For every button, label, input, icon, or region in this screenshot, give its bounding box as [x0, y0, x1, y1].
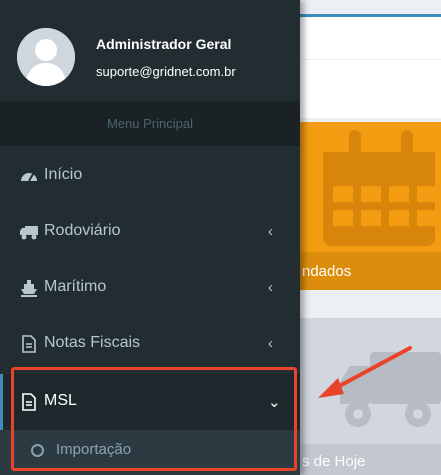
truck-icon [20, 226, 38, 240]
submenu-item-importacao[interactable]: Importação [0, 430, 300, 475]
chevron-down-icon: ⌄ [268, 394, 281, 411]
avatar [17, 28, 75, 86]
calendar-icon [323, 130, 435, 246]
user-name: Administrador Geral [96, 36, 232, 52]
ship-icon [21, 280, 37, 297]
sidebar-item-maritimo[interactable]: Marítimo ‹ [0, 260, 300, 316]
sidebar-item-msl[interactable]: MSL ⌄ [0, 374, 300, 430]
file-icon [22, 335, 36, 353]
circle-icon [31, 444, 44, 457]
chevron-left-icon: ‹ [268, 279, 273, 296]
menu-header: Menu Principal [0, 101, 300, 146]
page: ndados s de Hoje Administrador Geral sup… [0, 0, 441, 475]
scheduled-card-footer[interactable]: ndados [300, 252, 441, 290]
submenu-item-label: Importação [56, 441, 132, 458]
sidebar-item-label: Notas Fiscais [44, 334, 141, 351]
user-icon [17, 28, 75, 86]
chevron-left-icon: ‹ [268, 223, 273, 240]
sidebar-item-label: Início [44, 166, 83, 183]
sidebar: Administrador Geral suporte@gridnet.com.… [0, 0, 300, 475]
sidebar-item-label: Marítimo [44, 278, 107, 295]
content-header [300, 14, 441, 59]
dashboard-icon [21, 173, 37, 182]
sidebar-item-label: Rodoviário [44, 222, 121, 239]
sidebar-item-label: MSL [44, 392, 77, 409]
content-panel [300, 60, 441, 118]
user-email: suporte@gridnet.com.br [96, 64, 236, 79]
today-card-label: s de Hoje [302, 453, 366, 470]
sidebar-item-rodoviario[interactable]: Rodoviário ‹ [0, 204, 300, 260]
file-text-icon [22, 393, 36, 411]
today-card-footer[interactable]: s de Hoje [300, 444, 441, 475]
user-panel: Administrador Geral suporte@gridnet.com.… [0, 0, 300, 100]
chevron-left-icon: ‹ [268, 335, 273, 352]
scheduled-card-label: ndados [302, 263, 352, 280]
sidebar-item-notas-fiscais[interactable]: Notas Fiscais ‹ [0, 316, 300, 372]
truck-icon [340, 352, 441, 427]
sidebar-item-inicio[interactable]: Início [0, 148, 300, 204]
